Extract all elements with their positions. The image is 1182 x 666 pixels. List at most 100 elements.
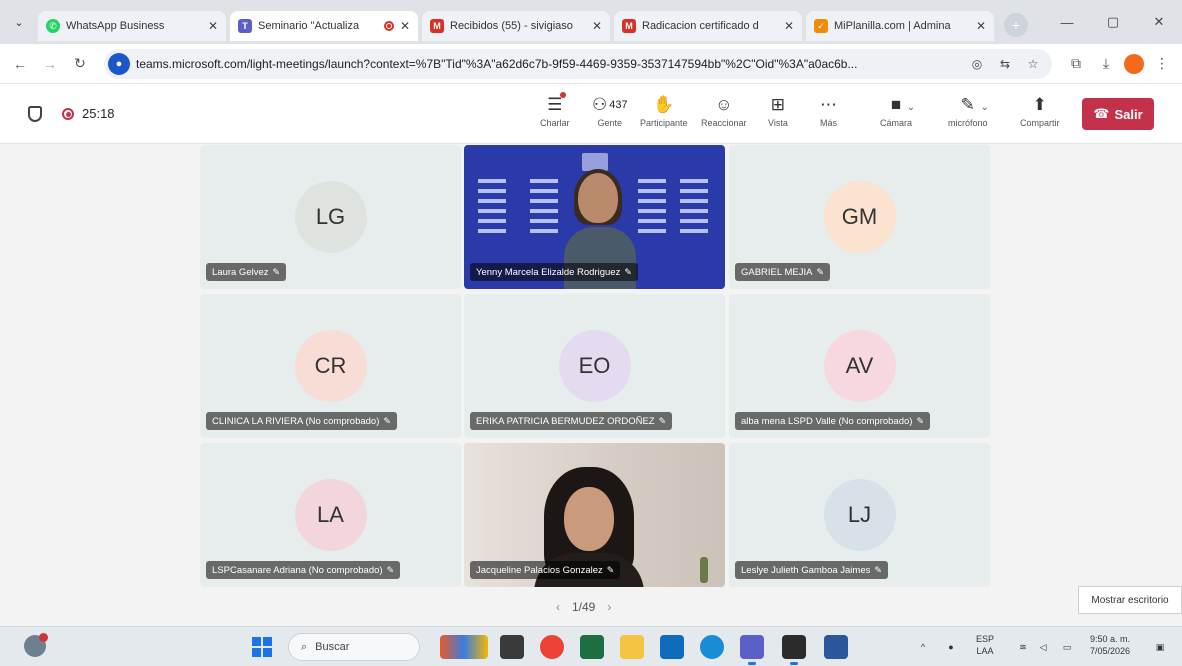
participant-name: ERIKA PATRICIA BERMUDEZ ORDOÑEZ bbox=[476, 415, 655, 427]
tab-title: Seminario "Actualiza bbox=[258, 20, 360, 32]
mic-muted-icon: ✎ bbox=[383, 415, 391, 426]
share-label: Compartir bbox=[1020, 118, 1060, 128]
avatar: CR bbox=[294, 330, 367, 402]
lens-icon[interactable]: ◎ bbox=[966, 53, 988, 75]
restore-icon[interactable]: ▢ bbox=[1090, 0, 1136, 44]
chat-badge bbox=[560, 92, 567, 98]
avatar: LG bbox=[294, 181, 367, 253]
tab-miplanilla[interactable]: ✓ MiPlanilla.com | Admina ✕ bbox=[806, 11, 994, 41]
participant-name-tag: LSPCasanare Adriana (No comprobado) ✎ bbox=[206, 561, 401, 579]
close-tab-icon[interactable]: ✕ bbox=[976, 19, 986, 33]
chevron-left-icon[interactable]: ‹ bbox=[556, 600, 560, 614]
search-highlight-icon[interactable] bbox=[440, 635, 488, 659]
chevron-up-icon[interactable]: ^ bbox=[916, 633, 930, 661]
clock[interactable]: 9:50 a. m. 7/05/2026 bbox=[1090, 633, 1130, 657]
tab-search-icon[interactable]: ⌄ bbox=[0, 0, 38, 44]
close-tab-icon[interactable]: ✕ bbox=[400, 19, 410, 33]
edge-icon[interactable] bbox=[700, 635, 724, 659]
participant-tile[interactable]: EO ERIKA PATRICIA BERMUDEZ ORDOÑEZ ✎ bbox=[464, 294, 725, 438]
participant-tile[interactable]: GM GABRIEL MEJIA ✎ bbox=[729, 145, 990, 289]
react-button[interactable]: ☺ Reaccionar bbox=[701, 92, 747, 136]
avatar: EO bbox=[558, 330, 631, 402]
close-tab-icon[interactable]: ✕ bbox=[784, 19, 794, 33]
minimize-icon[interactable]: — bbox=[1044, 0, 1090, 44]
reload-icon[interactable]: ↻ bbox=[68, 52, 92, 76]
people-count: 437 bbox=[609, 99, 628, 111]
whatsapp-icon: ✆ bbox=[46, 19, 60, 33]
task-view-icon[interactable] bbox=[500, 635, 524, 659]
mic-muted-icon: ✎ bbox=[624, 266, 632, 277]
view-button[interactable]: ⊞ Vista bbox=[768, 92, 788, 136]
participant-video-tile[interactable]: Jacqueline Palacios Gonzalez ✎ bbox=[464, 443, 725, 587]
outlook-icon[interactable] bbox=[660, 635, 684, 659]
chrome-icon[interactable] bbox=[540, 635, 564, 659]
participant-name-tag: alba mena LSPD Valle (No comprobado) ✎ bbox=[735, 412, 930, 430]
excel-icon[interactable] bbox=[580, 635, 604, 659]
participant-tile[interactable]: AV alba mena LSPD Valle (No comprobado) … bbox=[729, 294, 990, 438]
taskbar-search[interactable]: ⌕ Buscar bbox=[288, 633, 420, 661]
windows-start-icon[interactable] bbox=[252, 637, 272, 657]
people-button[interactable]: ⚇ 437 Gente bbox=[592, 92, 628, 136]
chevron-down-icon[interactable]: ⌄ bbox=[980, 102, 988, 113]
chat-label: Charlar bbox=[540, 118, 570, 128]
widgets-icon[interactable] bbox=[24, 633, 48, 657]
tab-gmail-radicacion[interactable]: M Radicacion certificado d ✕ bbox=[614, 11, 802, 41]
participant-tile[interactable]: LJ Leslye Julieth Gamboa Jaimes ✎ bbox=[729, 443, 990, 587]
more-button[interactable]: ⋯ Más bbox=[820, 92, 837, 136]
more-dots-icon: ⋯ bbox=[820, 95, 837, 114]
camera-button[interactable]: ■ ⌄ Cámara bbox=[880, 92, 915, 136]
mic-tray-icon[interactable]: ● bbox=[944, 633, 958, 661]
menu-kebab-icon[interactable]: ⋮ bbox=[1150, 52, 1174, 76]
file-explorer-icon[interactable] bbox=[620, 635, 644, 659]
volume-icon[interactable]: ◁ bbox=[1036, 633, 1050, 661]
language-indicator[interactable]: ESP LAA bbox=[976, 633, 994, 657]
address-bar[interactable]: ● teams.microsoft.com/light-meetings/lau… bbox=[104, 48, 1052, 79]
url-text[interactable]: teams.microsoft.com/light-meetings/launc… bbox=[136, 57, 960, 71]
wifi-icon[interactable]: ≋ bbox=[1016, 633, 1030, 661]
recording-indicator-icon bbox=[62, 108, 74, 120]
raise-hand-button[interactable]: ✋ Participante bbox=[640, 92, 688, 136]
profile-avatar[interactable] bbox=[1124, 53, 1144, 74]
bookmark-star-icon[interactable]: ☆ bbox=[1022, 53, 1044, 75]
chevron-down-icon[interactable]: ⌄ bbox=[907, 102, 915, 113]
close-window-icon[interactable]: ✕ bbox=[1136, 0, 1182, 44]
forward-icon[interactable]: → bbox=[38, 52, 62, 76]
browser-toolbar: ← → ↻ ● teams.microsoft.com/light-meetin… bbox=[0, 44, 1182, 84]
battery-icon[interactable]: ▭ bbox=[1058, 633, 1076, 661]
new-tab-button[interactable]: + bbox=[1004, 13, 1028, 37]
leave-button[interactable]: ☎ Salir bbox=[1082, 98, 1154, 130]
close-tab-icon[interactable]: ✕ bbox=[208, 19, 218, 33]
tab-gmail-recibidos[interactable]: M Recibidos (55) - sivigiaso ✕ bbox=[422, 11, 610, 41]
tab-teams-seminario[interactable]: T Seminario "Actualiza ✕ bbox=[230, 11, 418, 41]
shield-icon[interactable] bbox=[28, 106, 42, 122]
extensions-icon[interactable]: ⧉ bbox=[1064, 52, 1088, 76]
participant-tile[interactable]: LA LSPCasanare Adriana (No comprobado) ✎ bbox=[200, 443, 461, 587]
phone-hangup-icon: ☎ bbox=[1093, 106, 1110, 121]
participant-name: GABRIEL MEJIA bbox=[741, 266, 813, 278]
chat-button[interactable]: ☰ Charlar bbox=[540, 92, 570, 136]
grid-view-icon: ⊞ bbox=[770, 95, 786, 114]
close-tab-icon[interactable]: ✕ bbox=[592, 19, 602, 33]
avatar: AV bbox=[823, 330, 896, 402]
site-info-icon[interactable]: ● bbox=[108, 52, 130, 75]
notifications-icon[interactable]: ▣ bbox=[1152, 633, 1168, 661]
gallery-pager: ‹ 1/49 › bbox=[556, 598, 611, 616]
translate-icon[interactable]: ⇆ bbox=[994, 53, 1016, 75]
back-icon[interactable]: ← bbox=[8, 52, 32, 76]
download-icon[interactable]: ⤓ bbox=[1094, 52, 1118, 76]
camera-label: Cámara bbox=[880, 118, 913, 128]
camera-app-icon[interactable] bbox=[782, 635, 806, 665]
mic-label: micrófono bbox=[948, 118, 988, 128]
participant-tile[interactable]: CR CLINICA LA RIVIERA (No comprobado) ✎ bbox=[200, 294, 461, 438]
raise-hand-label: Participante bbox=[640, 118, 688, 128]
tab-title: Radicacion certificado d bbox=[642, 20, 759, 32]
participant-video-tile[interactable]: Yenny Marcela Elizalde Rodriguez ✎ bbox=[464, 145, 725, 289]
mic-button[interactable]: ✎ ⌄ micrófono bbox=[948, 92, 989, 136]
share-button[interactable]: ⬆ Compartir bbox=[1020, 92, 1060, 136]
participant-tile[interactable]: LG Laura Gelvez ✎ bbox=[200, 145, 461, 289]
teams-app-icon[interactable] bbox=[740, 635, 764, 665]
chevron-right-icon[interactable]: › bbox=[607, 600, 611, 614]
tab-whatsapp[interactable]: ✆ WhatsApp Business ✕ bbox=[38, 11, 226, 41]
word-icon[interactable] bbox=[824, 635, 848, 659]
participant-name-tag: Yenny Marcela Elizalde Rodriguez ✎ bbox=[470, 263, 638, 281]
